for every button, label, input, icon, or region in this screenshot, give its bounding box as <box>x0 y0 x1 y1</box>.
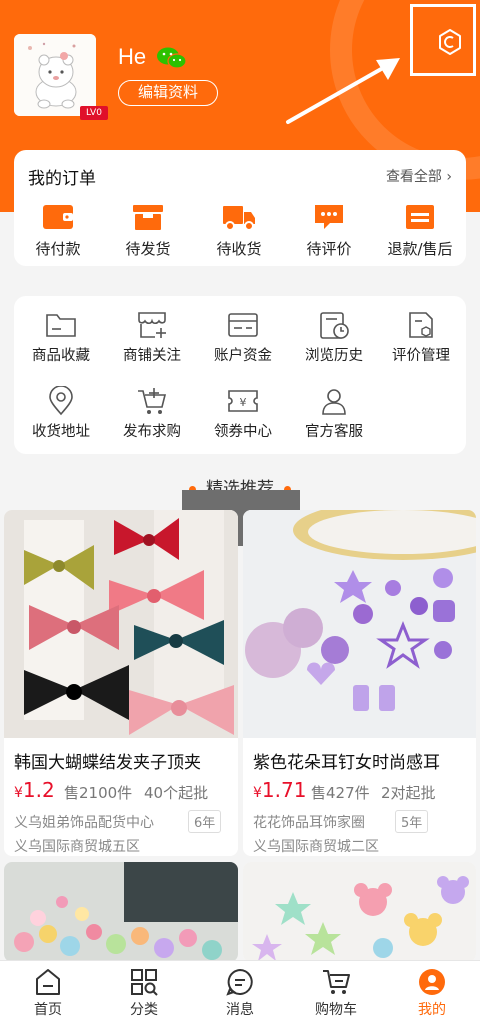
tool-label: 发布求购 <box>123 424 181 440</box>
message-icon <box>226 968 253 996</box>
order-pending-review[interactable]: 待评价 <box>289 202 369 259</box>
product-sales: 售2100件 <box>64 784 133 802</box>
product-card[interactable]: 紫色花朵耳钉女时尚感耳 ¥1.71 售427件 2对起批 花花饰品耳饰家圈 5年… <box>243 510 476 856</box>
folder-icon <box>46 314 76 337</box>
tab-category[interactable]: 分类 <box>96 967 192 1019</box>
tools-card: 商品收藏 商铺关注 账户资金 浏览历史 评价管理 收货地址 发布求购 ¥ 领券中… <box>14 296 466 454</box>
coupon-icon: ¥ <box>228 390 258 412</box>
order-label: 待发货 <box>125 240 171 258</box>
username: He <box>118 44 147 69</box>
tool-label: 账户资金 <box>214 348 272 364</box>
tab-me[interactable]: 我的 <box>384 967 480 1019</box>
product-title: 韩国大蝴蝶结发夹子顶夹 <box>14 753 201 773</box>
location-icon <box>49 386 73 416</box>
view-all-orders-link[interactable]: 查看全部 › <box>386 166 452 186</box>
product-image-bows <box>4 510 238 738</box>
shop-years-badge: 5年 <box>395 810 429 833</box>
order-refund[interactable]: 退款/售后 <box>380 202 460 259</box>
tool-favorites[interactable]: 商品收藏 <box>16 310 106 365</box>
order-pending-payment[interactable]: 待付款 <box>18 202 98 259</box>
tool-label: 收货地址 <box>32 424 90 440</box>
tab-home[interactable]: 首页 <box>0 967 96 1019</box>
product-card[interactable] <box>4 862 238 962</box>
tab-label: 分类 <box>130 1002 158 1018</box>
product-shop[interactable]: 义乌姐弟饰品配货中心 <box>14 812 154 832</box>
tool-shop-follow[interactable]: 商铺关注 <box>107 310 197 365</box>
tool-label: 领券中心 <box>214 424 272 440</box>
product-moq: 2对起批 <box>381 784 436 802</box>
currency-symbol: ¥ <box>253 785 262 801</box>
card-icon <box>228 313 258 337</box>
svg-text:¥: ¥ <box>240 396 247 409</box>
view-all-label: 查看全部 <box>385 169 442 185</box>
product-moq: 40个起批 <box>144 784 209 802</box>
product-card[interactable]: 韩国大蝴蝶结发夹子顶夹 ¥1.2 售2100件 40个起批 义乌姐弟饰品配货中心… <box>4 510 238 856</box>
order-pending-receipt[interactable]: 待收货 <box>199 202 279 259</box>
tool-address[interactable]: 收货地址 <box>16 386 106 441</box>
tool-label: 官方客服 <box>305 424 363 440</box>
category-icon <box>131 969 158 996</box>
package-icon <box>133 205 163 230</box>
level-badge: LV0 <box>80 106 108 120</box>
price-value: 1.2 <box>22 778 55 802</box>
tab-label: 我的 <box>418 1002 446 1018</box>
product-image-stars <box>243 862 476 962</box>
history-icon <box>320 312 349 339</box>
price-value: 1.71 <box>261 778 307 802</box>
tab-label: 首页 <box>34 1002 62 1018</box>
orders-title: 我的订单 <box>28 169 96 189</box>
currency-symbol: ¥ <box>14 785 23 801</box>
tool-history[interactable]: 浏览历史 <box>289 310 379 365</box>
refund-icon <box>406 205 434 229</box>
truck-icon <box>223 206 255 231</box>
tab-label: 购物车 <box>315 1002 357 1018</box>
tool-label: 浏览历史 <box>305 348 363 364</box>
tool-coupon-center[interactable]: ¥ 领券中心 <box>198 386 288 441</box>
order-label: 退款/售后 <box>387 240 453 258</box>
wallet-icon <box>43 205 73 229</box>
tab-cart[interactable]: 购物车 <box>288 967 384 1019</box>
bottom-tab-bar: 首页 分类 消息 购物车 我的 <box>0 960 480 1029</box>
tool-account-funds[interactable]: 账户资金 <box>198 310 288 365</box>
product-image-charms <box>4 862 238 962</box>
edit-profile-button[interactable]: 编辑资料 <box>118 80 218 106</box>
wechat-icon <box>156 46 188 74</box>
me-icon <box>419 969 445 995</box>
tool-label: 商品收藏 <box>32 348 90 364</box>
product-title: 紫色花朵耳钉女时尚感耳 <box>253 753 440 773</box>
tab-label: 消息 <box>226 1002 254 1018</box>
order-label: 待收货 <box>216 240 262 258</box>
settings-gear-icon[interactable] <box>436 28 464 60</box>
product-image-earrings <box>243 510 476 738</box>
cart-publish-icon <box>138 388 167 414</box>
product-sales: 售427件 <box>311 784 370 802</box>
product-address: 义乌国际商贸城二区 <box>253 839 379 855</box>
shop-years-badge: 6年 <box>188 810 222 833</box>
avatar[interactable] <box>14 34 96 116</box>
order-label: 待付款 <box>35 240 81 258</box>
order-pending-shipment[interactable]: 待发货 <box>108 202 188 259</box>
comment-icon <box>315 205 343 229</box>
cart-icon <box>323 970 350 994</box>
product-price: ¥1.2 <box>14 778 55 802</box>
shop-follow-icon <box>138 312 166 338</box>
tool-publish-request[interactable]: 发布求购 <box>107 386 197 441</box>
tab-messages[interactable]: 消息 <box>192 967 288 1019</box>
product-card[interactable] <box>243 862 476 962</box>
tool-customer-service[interactable]: 官方客服 <box>289 386 379 441</box>
product-address: 义乌国际商贸城五区 <box>14 839 140 855</box>
arrow-annotation <box>280 50 410 134</box>
review-manage-icon <box>409 312 433 338</box>
tool-label: 评价管理 <box>392 348 450 364</box>
home-icon <box>36 969 60 995</box>
product-price: ¥1.71 <box>253 778 306 802</box>
tool-label: 商铺关注 <box>123 348 181 364</box>
tool-review-manage[interactable]: 评价管理 <box>376 310 466 365</box>
orders-card: 我的订单 查看全部 › 待付款 待发货 待收货 待评价 退款/售后 <box>14 150 466 266</box>
service-icon <box>322 389 346 415</box>
order-label: 待评价 <box>306 240 352 258</box>
product-shop[interactable]: 花花饰品耳饰家圈 <box>253 812 365 832</box>
